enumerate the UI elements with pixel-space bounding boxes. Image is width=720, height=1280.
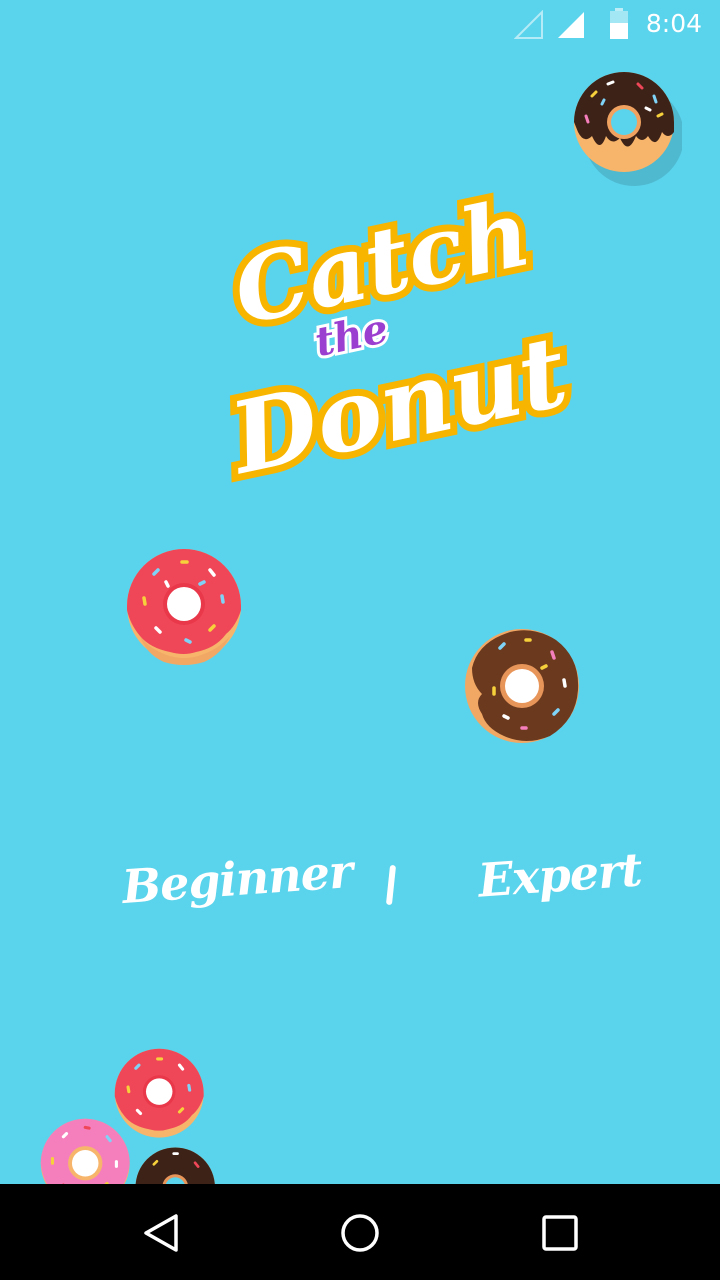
game-menu-screen: 8:04 Catch Donut the Beginner Expert [0, 0, 720, 1280]
status-time: 8:04 [645, 9, 702, 38]
expert-button[interactable]: Expert [476, 842, 643, 907]
recents-icon[interactable] [537, 1210, 583, 1256]
status-bar: 8:04 [0, 0, 720, 50]
home-icon[interactable] [337, 1210, 383, 1256]
signal-empty-icon [514, 10, 543, 39]
donut-strawberry[interactable] [126, 548, 244, 666]
donut-chocolate[interactable] [464, 628, 582, 746]
beginner-button[interactable]: Beginner [120, 844, 353, 914]
signal-full-icon [558, 12, 584, 38]
logo-word-donut: Donut [215, 307, 584, 504]
game-logo: Catch Donut the [205, 171, 584, 504]
mode-divider [385, 864, 397, 906]
battery-icon [610, 8, 628, 39]
donut-chocolate-dripping[interactable] [572, 70, 682, 190]
back-icon[interactable] [138, 1210, 184, 1256]
navigation-bar [0, 1184, 720, 1280]
